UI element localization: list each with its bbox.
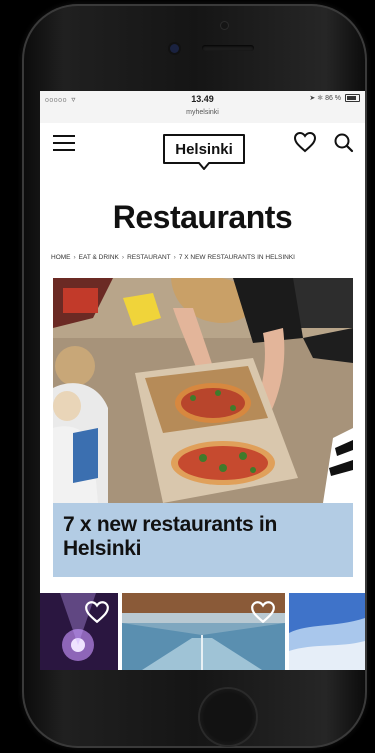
page-title: Restaurants (112, 199, 293, 235)
breadcrumb-current: 7 X NEW RESTAURANTS IN HELSINKI (178, 254, 295, 261)
breadcrumb-separator: › (73, 254, 76, 261)
address-bar-url[interactable]: myhelsinki (40, 109, 365, 116)
sky-photo (289, 593, 365, 670)
status-right: ➤ ✱ 86 % (309, 94, 360, 103)
hero-image[interactable] (53, 278, 353, 503)
heart-icon[interactable] (84, 600, 110, 629)
breadcrumb: HOME › EAT & DRINK › RESTAURANT › 7 X NEW REST… (51, 254, 365, 261)
related-thumbnails (40, 593, 365, 670)
breadcrumb-eat-drink[interactable]: EAT & DRINK (79, 254, 119, 261)
battery-percent: 86 % (325, 95, 342, 102)
location-arrow-icon: ➤ (309, 95, 316, 102)
heart-icon[interactable] (250, 600, 276, 629)
logo-text: Helsinki (175, 141, 233, 158)
hero-caption-title[interactable]: 7 x new restaurants in Helsinki (63, 513, 348, 561)
search-icon[interactable] (333, 132, 355, 159)
bluetooth-icon: ✱ (317, 95, 324, 102)
helsinki-logo[interactable]: Helsinki (161, 132, 247, 170)
breadcrumb-separator: › (173, 254, 176, 261)
site-header: Helsinki (40, 123, 365, 181)
breadcrumb-restaurant[interactable]: RESTAURANT (127, 254, 171, 261)
battery-icon (345, 94, 360, 103)
breadcrumb-separator: › (121, 254, 125, 261)
front-camera (170, 44, 179, 53)
thumbnail-card[interactable] (289, 593, 365, 670)
hamburger-menu-icon[interactable] (53, 135, 75, 155)
status-bar: ooooo ▿ 13.49 myhelsinki ➤ ✱ 86 % (40, 91, 365, 123)
hero-caption[interactable]: 7 x new restaurants in Helsinki (53, 503, 353, 577)
pizza-photo (53, 278, 353, 503)
breadcrumb-home[interactable]: HOME (51, 254, 71, 261)
home-button[interactable] (200, 689, 256, 745)
app-screen: ooooo ▿ 13.49 myhelsinki ➤ ✱ 86 % Helsin… (40, 91, 365, 670)
proximity-sensor (221, 22, 228, 29)
thumbnail-card[interactable] (122, 593, 285, 670)
heart-icon[interactable] (293, 131, 317, 158)
earpiece-speaker (202, 45, 254, 51)
thumbnail-card[interactable] (40, 593, 118, 670)
